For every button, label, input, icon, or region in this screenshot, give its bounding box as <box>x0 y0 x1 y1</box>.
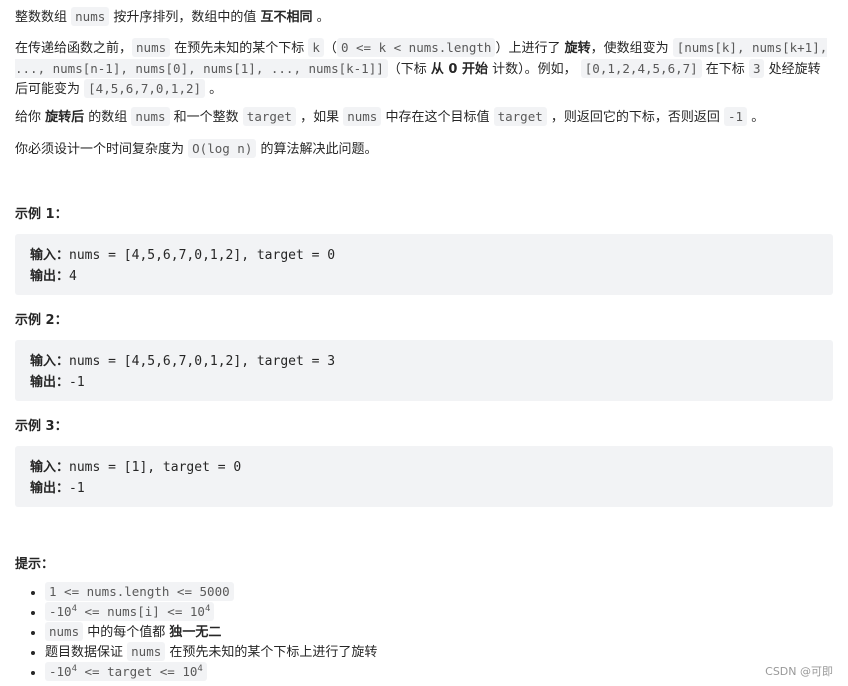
text: 题目数据保证 <box>45 645 128 660</box>
code-text: -10 <box>49 604 72 619</box>
inline-code: target <box>493 107 547 126</box>
hint-item: -104 <= target <= 104 <box>45 662 377 682</box>
output-label: 输出： <box>30 269 70 284</box>
inline-code: 1 <= nums.length <= 5000 <box>45 582 234 601</box>
paragraph-3: 给你 旋转后 的数组 nums 和一个整数 target ，如果 nums 中存… <box>15 107 833 127</box>
input-value: nums = [4,5,6,7,0,1,2], target = 3 <box>69 354 336 369</box>
code-text: target <box>246 109 292 124</box>
inline-code: nums <box>45 622 84 641</box>
text: 在预先未知的某个下标上进行了旋转 <box>165 645 378 660</box>
text: （ <box>323 41 337 56</box>
paragraph-2: 在传递给函数之前， nums 在预先未知的某个下标 k （0 <= k < nums… <box>15 38 833 100</box>
code-text: [0,1,2,4,5,6,7] <box>584 60 698 76</box>
hint-item: nums 中的每个值都 独一无二 <box>45 622 377 642</box>
text: 整数数组 <box>15 10 72 25</box>
code-text: nums <box>347 109 378 124</box>
inline-code: nums <box>343 107 382 126</box>
input-label: 输入： <box>30 460 70 475</box>
code-text: <= nums[i] <= 10 <box>77 604 205 619</box>
inline-code: 3 <box>748 58 765 78</box>
output-value: -1 <box>69 481 85 496</box>
paragraph-4: 你必须设计一个时间复杂度为 O(log n) 的算法解决此问题。 <box>15 139 833 159</box>
bold-text: 独一无二 <box>169 625 222 640</box>
code-text: k <box>312 40 320 55</box>
inline-code: O(log n) <box>188 139 257 158</box>
text: 的数组 <box>84 110 132 125</box>
output-value: -1 <box>69 375 85 390</box>
inline-code: nums <box>132 38 171 57</box>
code-text: nums <box>49 624 80 639</box>
hints-list: 1 <= nums.length <= 5000 -10 4 <= nums[i] … <box>15 582 377 682</box>
code-text: -1 <box>728 109 744 124</box>
text: 在传递给函数之前， <box>15 41 133 56</box>
code-text: 3 <box>752 60 761 76</box>
input-label: 输入： <box>30 354 70 369</box>
text: 你必须设计一个时间复杂度为 <box>15 142 189 157</box>
text: （下标 <box>387 61 431 77</box>
paragraph-1: 整数数组 nums 按升序排列，数组中的值 互不相同 。 <box>15 7 833 27</box>
example-2-block: 输入：nums = [4,5,6,7,0,1,2], target = 3 输出… <box>15 340 833 401</box>
bold-text: 互不相同 <box>260 10 313 25</box>
code-text: O(log n) <box>192 141 253 156</box>
input-value: nums = [4,5,6,7,0,1,2], target = 0 <box>69 248 336 263</box>
code-text: nums <box>131 644 162 659</box>
hint-item: 题目数据保证 nums 在预先未知的某个下标上进行了旋转 <box>45 642 377 662</box>
inline-code: -1 <box>724 107 748 126</box>
text: ）上进行了 <box>495 41 565 56</box>
text: 在预先未知的某个下标 <box>170 41 309 56</box>
code-text: target <box>497 109 543 124</box>
code-text: nums <box>135 109 166 124</box>
text: 中存在这个目标值 <box>381 110 494 125</box>
inline-code: k <box>308 38 324 57</box>
inline-code: 0 <= k < nums.length <box>336 38 496 57</box>
hint-item: -104 <= nums[i] <= 104 <box>45 602 377 622</box>
input-value: nums = [1], target = 0 <box>69 460 242 475</box>
text: 计数）。例如， <box>488 61 581 77</box>
bold-text: 旋转 <box>564 41 591 56</box>
example-3-title: 示例 3： <box>15 419 68 434</box>
bold-text: 从 0 开始 <box>430 61 489 77</box>
example-1-title: 示例 1： <box>15 207 68 222</box>
text: 。 <box>312 10 330 25</box>
text: 的算法解决此问题。 <box>256 142 378 157</box>
superscript: 4 <box>197 663 203 674</box>
example-3-block: 输入：nums = [1], target = 0 输出：-1 <box>15 446 833 507</box>
inline-code: -104 <= target <= 104 <box>45 662 207 681</box>
text: ，如果 <box>295 110 344 125</box>
text: ，则返回它的下标，否则返回 <box>546 110 725 125</box>
inline-code: [4,5,6,7,0,1,2] <box>84 79 206 98</box>
text: 。 <box>205 82 223 97</box>
text: 和一个整数 <box>169 110 243 125</box>
output-label: 输出： <box>30 481 70 496</box>
watermark: CSDN @可即 <box>765 665 833 678</box>
code-text: 1 <= nums.length <= 5000 <box>49 584 230 599</box>
inline-code: nums <box>127 642 166 661</box>
code-text: -10 <box>49 664 72 679</box>
text: 中的每个值都 <box>83 625 170 640</box>
output-value: 4 <box>69 269 77 284</box>
bold-text: 旋转后 <box>45 110 85 125</box>
inline-code: target <box>242 107 296 126</box>
input-label: 输入： <box>30 248 70 263</box>
inline-code: nums <box>131 107 170 126</box>
text: ，使数组变为 <box>590 41 673 56</box>
code-text: 0 <= k < nums.length <box>340 40 492 55</box>
example-1-block: 输入：nums = [4,5,6,7,0,1,2], target = 0 输出… <box>15 234 833 295</box>
superscript: 4 <box>204 603 211 614</box>
text: 在下标 <box>701 61 749 77</box>
example-2-title: 示例 2： <box>15 313 68 328</box>
inline-code: [0,1,2,4,5,6,7] <box>580 58 702 78</box>
hint-item: 1 <= nums.length <= 5000 <box>45 582 377 602</box>
text: 给你 <box>15 110 46 125</box>
hints-title: 提示： <box>15 557 55 572</box>
code-text: <= target <= 10 <box>77 664 198 679</box>
code-text: [4,5,6,7,0,1,2] <box>88 81 202 96</box>
inline-code: -104 <= nums[i] <= 104 <box>45 602 215 621</box>
code-text: nums <box>75 9 106 24</box>
text: 按升序排列，数组中的值 <box>109 10 261 25</box>
text: 。 <box>747 110 765 125</box>
output-label: 输出： <box>30 375 70 390</box>
code-text: nums <box>136 40 167 55</box>
inline-code: nums <box>71 7 110 26</box>
